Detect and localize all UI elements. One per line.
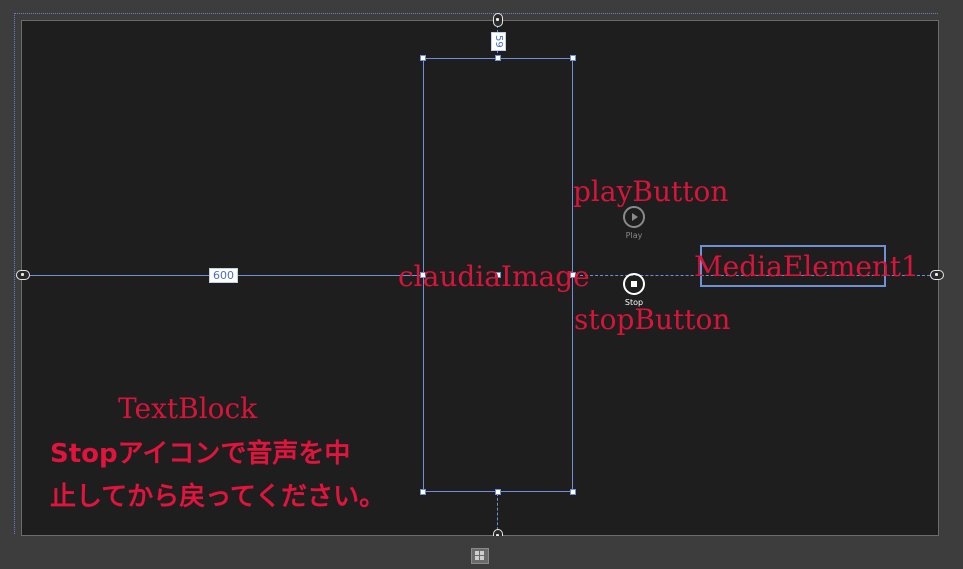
resize-handle-bottom-right[interactable]	[570, 489, 576, 495]
textblock-line-1: Stopアイコンで音声を中	[50, 439, 351, 469]
top-anchor-pin-icon[interactable]	[493, 13, 503, 27]
textblock-name-label: TextBlock	[118, 392, 258, 425]
media-element-name-label: MediaElement1	[694, 250, 919, 283]
play-button-caption: Play	[625, 231, 643, 240]
resize-handle-top-right[interactable]	[570, 55, 576, 61]
stop-button-name-label: stopButton	[574, 303, 731, 336]
left-margin-value[interactable]: 600	[209, 268, 238, 283]
play-button-name-label: playButton	[573, 175, 729, 208]
resize-handle-bottom-left[interactable]	[420, 489, 426, 495]
top-margin-value[interactable]: 59	[491, 32, 506, 51]
top-ruler-guide	[14, 13, 938, 14]
play-icon	[623, 206, 645, 228]
play-button[interactable]: Play	[614, 206, 654, 240]
windows-logo-icon[interactable]	[471, 548, 489, 564]
resize-handle-bottom[interactable]	[495, 489, 501, 495]
stop-icon	[623, 273, 645, 295]
stop-button[interactable]: Stop	[614, 273, 654, 307]
textblock-line-2: 止してから戻ってください。	[50, 482, 386, 512]
image-name-label: claudiaImage	[398, 260, 590, 293]
left-anchor-pin-icon[interactable]	[16, 270, 30, 280]
designer-surface: 59 600 Play Stop playButton claudiaImage…	[0, 0, 963, 569]
right-anchor-pin-icon[interactable]	[930, 270, 944, 280]
resize-handle-top-left[interactable]	[420, 55, 426, 61]
left-ruler-guide	[14, 13, 15, 534]
resize-handle-top[interactable]	[495, 55, 501, 61]
